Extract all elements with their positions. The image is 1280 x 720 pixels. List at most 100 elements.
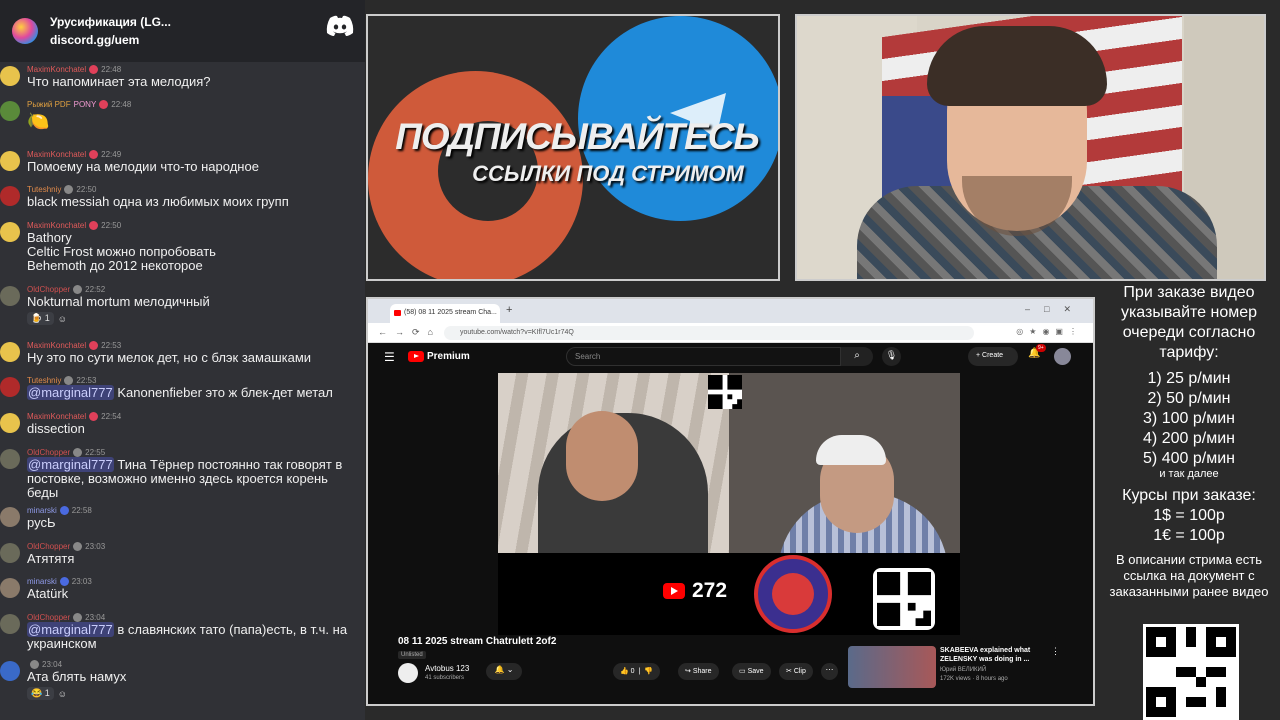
reaction-chip[interactable]: 🍺 1 (27, 312, 54, 325)
message-body: Kanonenfieber это ж блек-дет метал (113, 385, 333, 400)
timestamp: 22:50 (101, 221, 122, 230)
recommended-menu-icon[interactable]: ⋮ (1051, 646, 1060, 657)
message-text: @marginal777 Тина Тёрнер постоянно так г… (27, 457, 357, 500)
timestamp: 22:49 (101, 150, 122, 159)
avatar (0, 66, 20, 86)
author-name: MaximKonchatel (27, 65, 87, 74)
qr-code-icon (708, 375, 742, 409)
server-name: Урусификация (LG... (50, 15, 171, 29)
message-text: black messiah одна из любимых моих групп (27, 194, 289, 209)
recommended-thumbnail[interactable] (848, 646, 936, 688)
discord-logo-icon (326, 15, 354, 36)
author-name: MaximKonchatel (27, 412, 87, 421)
save-button[interactable]: ▭ Save (732, 663, 771, 680)
server-invite-link[interactable]: discord.gg/uem (50, 33, 171, 47)
share-button[interactable]: ↪ Share (678, 663, 719, 680)
create-button[interactable]: + Create (968, 347, 1018, 366)
server-icon (12, 18, 38, 44)
promo-subline: ССЫЛКИ ПОД СТРИМОМ (472, 161, 744, 186)
author-name: OldChopper (27, 542, 71, 551)
add-reaction-icon[interactable]: ☺ (58, 314, 67, 324)
role-icon (64, 376, 74, 385)
role-tag: PONY (73, 100, 97, 109)
browser-tab[interactable]: (58) 08 11 2025 stream Cha... (390, 304, 500, 323)
notifications-icon[interactable]: 🔔 9+ (1028, 344, 1046, 359)
message-text: русЬ (27, 515, 56, 530)
promo-banner: ПОДПИСЫВАЙТЕСЬ ССЫЛКИ ПОД СТРИМОМ (366, 14, 780, 281)
avatar (0, 186, 20, 206)
author-name: Tuteshniy (27, 185, 62, 194)
reaction-chip[interactable]: 😂 1 (27, 687, 54, 700)
video-info: 08 11 2025 stream Chatrulett 2of2 Unlist… (368, 633, 1093, 704)
subscription-bell-button[interactable]: 🔔 ⌄ (486, 663, 522, 680)
avatar (0, 377, 20, 397)
browser-toolbar: ←→⟳⌂ youtube.com/watch?v=KIfl7Uc1r74Q ◎★… (368, 323, 1093, 343)
role-icon (73, 613, 83, 622)
add-reaction-icon[interactable]: ☺ (58, 689, 67, 699)
avatar (0, 661, 20, 681)
extension-icons[interactable]: ◎★◉▣⋮ (1016, 327, 1083, 336)
user-mention[interactable]: @marginal777 (27, 457, 114, 472)
channel-name[interactable]: Avtobus 123 (425, 664, 469, 673)
timestamp: 23:03 (71, 577, 92, 586)
menu-icon[interactable]: ☰ (384, 350, 395, 364)
stream-layout: Урусификация (LG... discord.gg/uem Maxim… (0, 0, 1280, 720)
browser-tab-bar: (58) 08 11 2025 stream Cha... + –□✕ (368, 299, 1093, 323)
qr-code-icon (873, 568, 935, 630)
unlisted-badge: Unlisted (398, 651, 426, 659)
role-icon (89, 65, 99, 74)
avatar (0, 342, 20, 362)
reaction-count: 1 (44, 313, 50, 323)
new-tab-button[interactable]: + (506, 304, 512, 316)
reactions[interactable]: 🍺 1 ☺ (27, 312, 67, 325)
role-icon (89, 150, 99, 159)
clip-button[interactable]: ✂ Clip (779, 663, 813, 680)
rate-item: 2) 50 р/мин (1147, 390, 1231, 407)
order-info: При заказе видео указывайте номер очеред… (1098, 283, 1280, 600)
author-name: OldChopper (27, 285, 71, 294)
like-button[interactable]: 👍 0 | 👎 (613, 663, 660, 680)
timestamp: 22:52 (85, 285, 106, 294)
message-text: @marginal777 в славянских тато (папа)ест… (27, 622, 357, 651)
role-icon (89, 221, 99, 230)
discord-chat-overlay: Урусификация (LG... discord.gg/uem Maxim… (0, 0, 365, 720)
microphone-icon[interactable]: 🎙 (882, 347, 901, 366)
browser-window: (58) 08 11 2025 stream Cha... + –□✕ ←→⟳⌂… (366, 297, 1095, 706)
message-text: Ну это по сути мелок дет, но с блэк зама… (27, 350, 312, 365)
user-mention[interactable]: @marginal777 (27, 622, 114, 637)
create-label: Create (982, 352, 1004, 359)
message-text: Nokturnal mortum мелодичный (27, 294, 210, 309)
more-actions-button[interactable]: ⋯ (821, 663, 838, 680)
recommended-title[interactable]: SKABEEVA explained what ZELENSKY was doi… (940, 646, 1040, 664)
timestamp: 22:53 (101, 341, 122, 350)
promo-headline: ПОДПИСЫВАЙТЕСЬ (395, 116, 759, 157)
subscriber-counter: 272 (692, 579, 728, 602)
role-icon (59, 506, 69, 515)
youtube-logo[interactable]: Premium (408, 351, 470, 362)
avatar (0, 286, 20, 306)
youtube-header: ☰ Premium Search ⌕ 🎙 + Create 🔔 9+ (368, 343, 1093, 371)
recommended-channel: Юрий ВЕЛИКИЙ (940, 667, 987, 673)
clip-label: Clip (793, 668, 806, 675)
author-name: MaximKonchatel (27, 150, 87, 159)
role-icon (30, 660, 39, 669)
window-controls[interactable]: –□✕ (1025, 304, 1085, 315)
timestamp: 22:54 (101, 412, 122, 421)
youtube-play-icon (408, 351, 424, 362)
nav-buttons[interactable]: ←→⟳⌂ (378, 327, 441, 338)
channel-avatar[interactable] (398, 663, 418, 683)
video-player[interactable]: 272 (498, 373, 960, 635)
user-mention[interactable]: @marginal777 (27, 385, 114, 400)
rates-etc: и так далее (1159, 468, 1219, 480)
recommended-views: 172K views · 8 hours ago (940, 676, 1008, 682)
message-text: Атятятя (27, 551, 75, 566)
message-text: Что напоминает эта мелодия? (27, 74, 211, 89)
address-bar[interactable]: youtube.com/watch?v=KIfl7Uc1r74Q (444, 326, 974, 340)
search-input[interactable]: Search (566, 347, 841, 366)
account-avatar[interactable] (1054, 348, 1071, 365)
avatar (0, 543, 20, 563)
reactions[interactable]: 😂 1 ☺ (27, 687, 67, 700)
search-icon[interactable]: ⌕ (841, 347, 873, 366)
channel-subscribers: 41 subscribers (425, 675, 465, 681)
youtube-play-icon (663, 583, 685, 599)
